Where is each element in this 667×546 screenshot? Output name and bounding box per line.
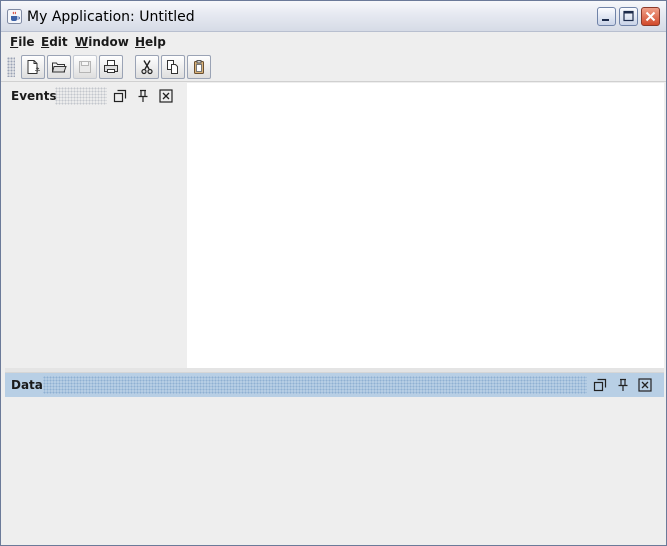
menu-help[interactable]: Help xyxy=(135,35,166,49)
data-panel-header: Data xyxy=(5,373,664,397)
close-icon xyxy=(645,11,656,22)
events-panel: Events xyxy=(5,83,186,368)
menu-window-label-rest: indow xyxy=(88,35,129,49)
save-icon xyxy=(79,61,91,73)
menu-bar: File Edit Window Help xyxy=(1,32,666,53)
menu-file[interactable]: File xyxy=(10,35,35,49)
float-icon[interactable] xyxy=(593,378,607,392)
new-button[interactable] xyxy=(21,55,45,79)
print-button[interactable] xyxy=(99,55,123,79)
data-panel-title: Data xyxy=(11,378,43,392)
pin-icon[interactable] xyxy=(136,89,150,103)
float-icon[interactable] xyxy=(113,89,127,103)
menu-file-label-rest: ile xyxy=(18,35,35,49)
print-icon xyxy=(104,60,118,73)
menu-help-label-rest: elp xyxy=(145,35,166,49)
close-icon[interactable] xyxy=(638,378,652,392)
close-button[interactable] xyxy=(641,7,660,26)
data-panel-content[interactable] xyxy=(5,397,664,543)
menu-edit[interactable]: Edit xyxy=(41,35,68,49)
copy-button[interactable] xyxy=(161,55,185,79)
paste-icon xyxy=(194,60,204,74)
menu-window-mnemonic: W xyxy=(75,35,89,49)
events-panel-title: Events xyxy=(11,89,57,103)
data-panel-drag-handle[interactable] xyxy=(43,376,587,394)
open-button[interactable] xyxy=(47,55,71,79)
java-cup-icon xyxy=(7,9,22,24)
minimize-button[interactable] xyxy=(597,7,616,26)
editor-area[interactable] xyxy=(187,83,664,368)
maximize-icon xyxy=(623,10,634,22)
menu-edit-mnemonic: E xyxy=(41,35,50,49)
paste-button[interactable] xyxy=(187,55,211,79)
window-title: My Application: Untitled xyxy=(27,9,195,25)
minimize-icon xyxy=(602,19,609,21)
pin-icon[interactable] xyxy=(616,378,630,392)
toolbar-grip[interactable] xyxy=(7,57,15,77)
title-bar[interactable]: My Application: Untitled xyxy=(1,1,666,32)
open-folder-icon xyxy=(51,62,67,73)
cut-button[interactable] xyxy=(135,55,159,79)
new-document-icon xyxy=(27,60,40,74)
maximize-button[interactable] xyxy=(619,7,638,26)
save-button[interactable] xyxy=(73,55,97,79)
menu-help-mnemonic: H xyxy=(135,35,146,49)
toolbar xyxy=(1,53,666,82)
copy-icon xyxy=(167,60,178,74)
events-panel-drag-handle[interactable] xyxy=(55,87,107,105)
close-icon[interactable] xyxy=(159,89,173,103)
application-window: My Application: Untitled File Edit Windo… xyxy=(0,0,667,546)
scissors-icon xyxy=(141,60,153,75)
menu-window[interactable]: Window xyxy=(75,35,129,49)
menu-file-mnemonic: F xyxy=(10,35,19,49)
menu-edit-label-rest: dit xyxy=(49,35,68,49)
